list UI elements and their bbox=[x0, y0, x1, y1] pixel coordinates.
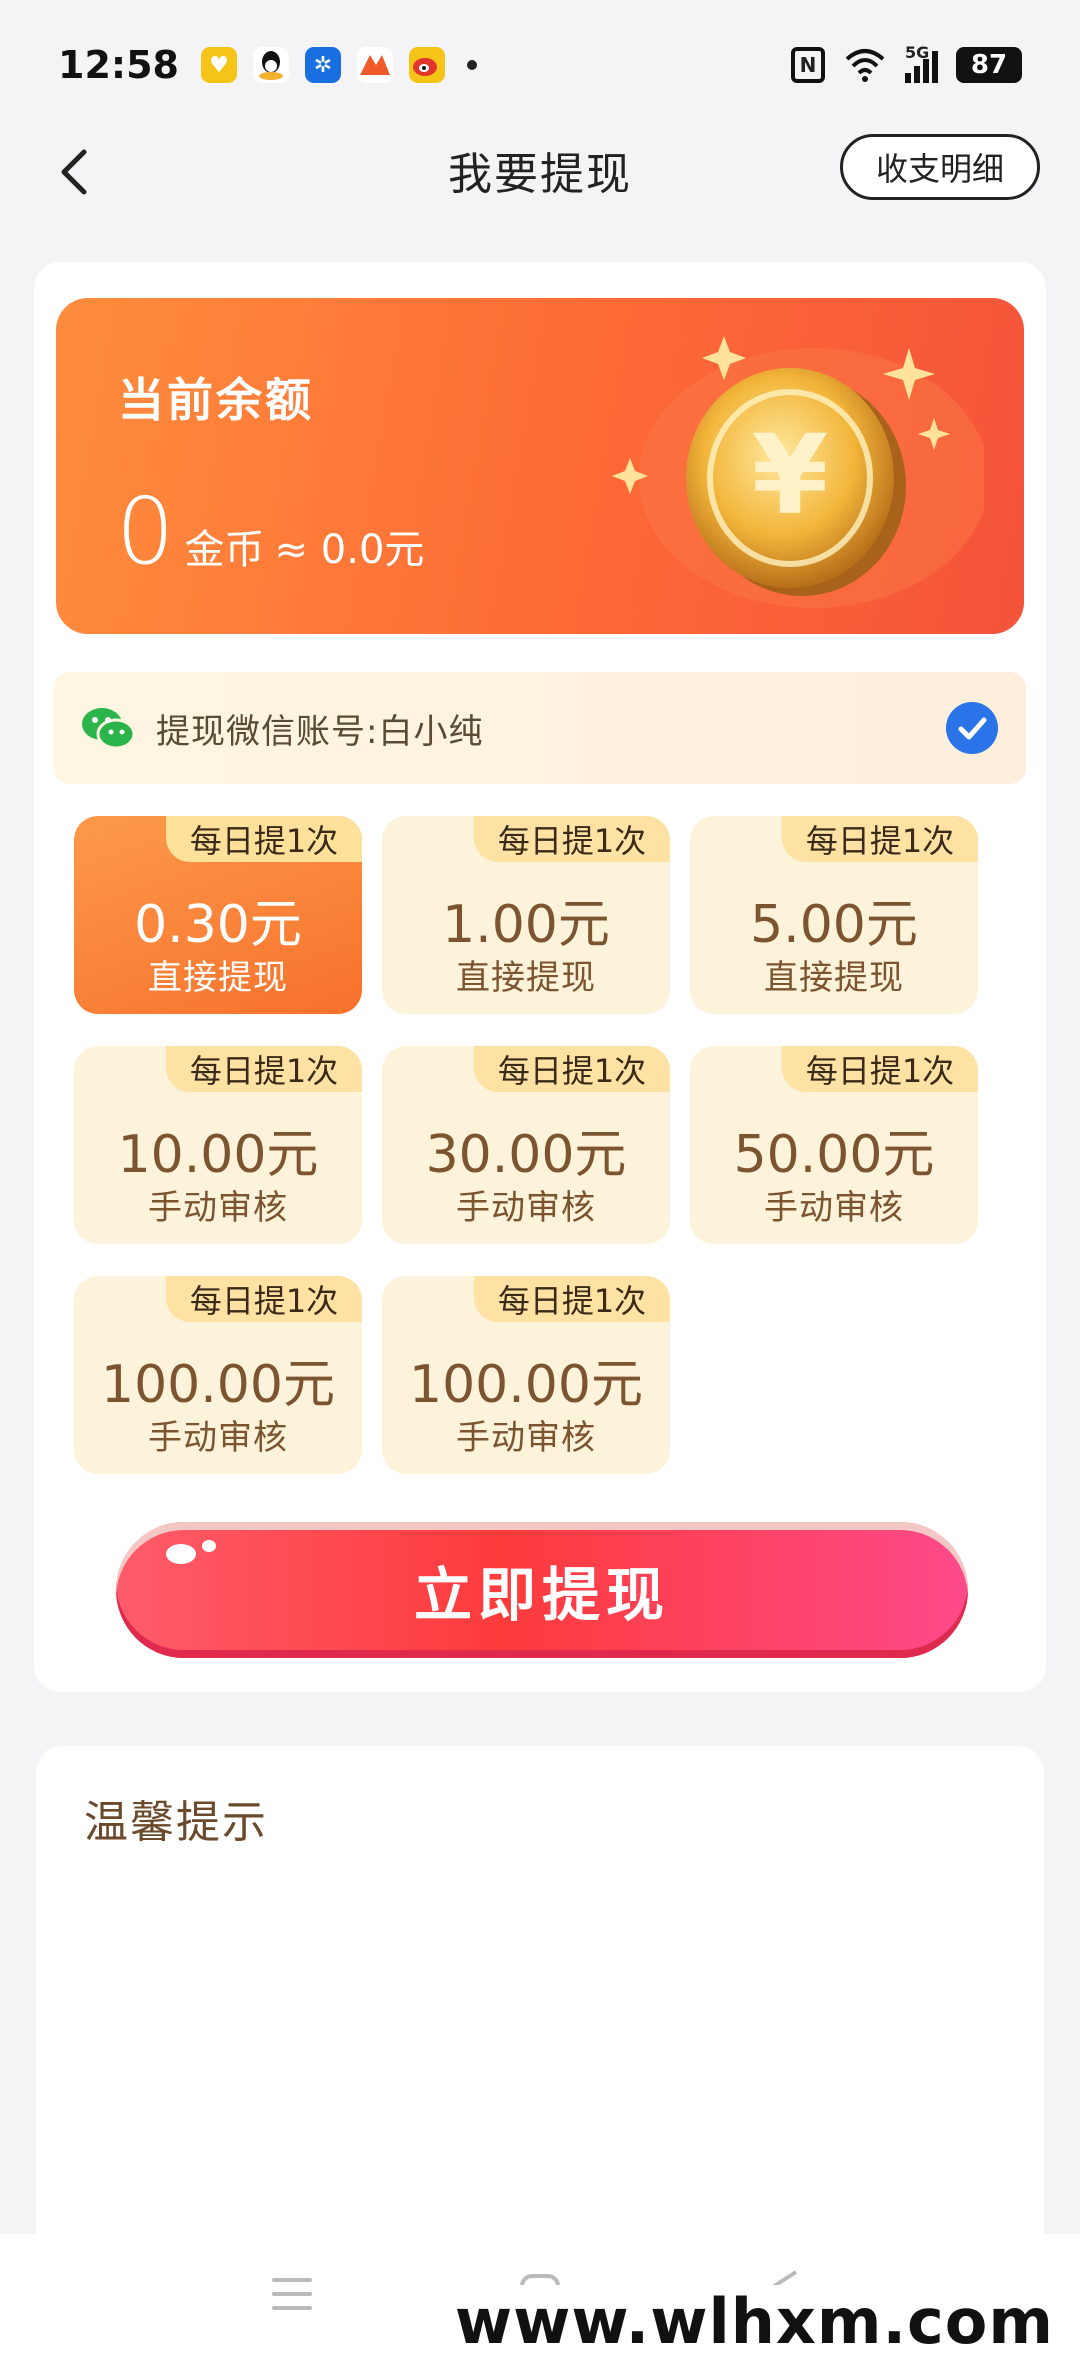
option-description: 手动审核 bbox=[148, 1418, 288, 1458]
daily-limit-tag: 每日提1次 bbox=[166, 1046, 362, 1092]
daily-limit-tag: 每日提1次 bbox=[474, 816, 670, 862]
status-app-icons: ♥ ✲ bbox=[200, 47, 477, 83]
daily-limit-tag: 每日提1次 bbox=[474, 1046, 670, 1092]
withdraw-option-card[interactable]: 每日提1次 50.00元 手动审核 bbox=[690, 1046, 978, 1244]
button-shine bbox=[202, 1540, 216, 1552]
withdraw-option-card[interactable]: 每日提1次 1.00元 直接提现 bbox=[382, 816, 670, 1014]
withdraw-option-card[interactable]: 每日提1次 30.00元 手动审核 bbox=[382, 1046, 670, 1244]
transaction-details-button[interactable]: 收支明细 bbox=[840, 134, 1040, 200]
option-amount: 30.00元 bbox=[425, 1125, 627, 1185]
daily-limit-tag: 每日提1次 bbox=[474, 1276, 670, 1322]
balance-amount: 0 bbox=[116, 478, 175, 585]
menu-icon[interactable] bbox=[270, 2274, 314, 2314]
option-amount: 0.30元 bbox=[134, 895, 302, 955]
status-indicators: N 5G 87 bbox=[791, 43, 1022, 83]
option-amount: 100.00元 bbox=[101, 1355, 335, 1415]
option-amount: 100.00元 bbox=[409, 1355, 643, 1415]
withdraw-option-card[interactable]: 每日提1次 10.00元 手动审核 bbox=[74, 1046, 362, 1244]
balance-row: 0 金币 ≈ 0.0元 bbox=[116, 478, 424, 585]
wifi-icon bbox=[845, 49, 885, 82]
nav-bar: 我要提现 收支明细 bbox=[0, 130, 1080, 210]
check-circle-icon[interactable] bbox=[944, 700, 1000, 756]
network-type: 5G bbox=[905, 43, 930, 62]
battery-indicator: 87 bbox=[956, 47, 1022, 83]
signal-icon: 5G bbox=[905, 43, 938, 83]
balance-label: 当前余额 bbox=[118, 373, 314, 427]
option-amount: 5.00元 bbox=[750, 895, 918, 955]
option-amount: 10.00元 bbox=[117, 1125, 319, 1185]
daily-limit-tag: 每日提1次 bbox=[782, 1046, 978, 1092]
wechat-account-row[interactable]: 提现微信账号:白小纯 bbox=[54, 672, 1026, 784]
daily-limit-tag: 每日提1次 bbox=[166, 816, 362, 862]
withdraw-option-card[interactable]: 每日提1次 100.00元 手动审核 bbox=[74, 1276, 362, 1474]
system-nav-bar: www.wlhxm.com bbox=[0, 2234, 1080, 2362]
game-app-icon bbox=[356, 47, 393, 83]
nfc-icon: N bbox=[791, 47, 825, 83]
button-shine bbox=[166, 1544, 196, 1564]
option-amount: 1.00元 bbox=[442, 895, 610, 955]
wallet-app-icon: ♥ bbox=[200, 47, 237, 83]
wechat-icon bbox=[82, 708, 136, 750]
status-bar: 12:58 ♥ ✲ N 5G 87 bbox=[0, 0, 1080, 130]
option-amount: 50.00元 bbox=[733, 1125, 935, 1185]
withdraw-now-label: 立即提现 bbox=[413, 1561, 670, 1629]
withdraw-option-card[interactable]: 每日提1次 5.00元 直接提现 bbox=[690, 816, 978, 1014]
gold-coin-icon: ¥ bbox=[612, 336, 984, 608]
option-description: 手动审核 bbox=[456, 1188, 596, 1228]
option-description: 手动审核 bbox=[456, 1418, 596, 1458]
option-description: 直接提现 bbox=[764, 958, 904, 998]
tips-title: 温馨提示 bbox=[84, 1797, 268, 1848]
daily-limit-tag: 每日提1次 bbox=[166, 1276, 362, 1322]
option-description: 手动审核 bbox=[764, 1188, 904, 1228]
daily-limit-tag: 每日提1次 bbox=[782, 816, 978, 862]
balance-unit: 金币 bbox=[184, 527, 265, 573]
tips-card: 温馨提示 bbox=[36, 1746, 1044, 2306]
qq-icon bbox=[252, 47, 289, 83]
withdraw-now-button[interactable]: 立即提现 bbox=[116, 1522, 968, 1658]
pinwheel-app-icon: ✲ bbox=[304, 47, 341, 83]
watermark-text: www.wlhxm.com bbox=[446, 2285, 1062, 2358]
wechat-account-label: 提现微信账号:白小纯 bbox=[156, 711, 484, 752]
svg-text:¥: ¥ bbox=[752, 411, 829, 539]
option-description: 直接提现 bbox=[148, 958, 288, 998]
withdraw-options-grid: 每日提1次 0.30元 直接提现 每日提1次 1.00元 直接提现 每日提1次 5.00元 直接… bbox=[74, 816, 994, 1474]
withdraw-option-card[interactable]: 每日提1次 0.30元 直接提现 bbox=[74, 816, 362, 1014]
withdraw-option-card[interactable]: 每日提1次 100.00元 手动审核 bbox=[382, 1276, 670, 1474]
weibo-icon bbox=[408, 47, 445, 83]
option-description: 手动审核 bbox=[148, 1188, 288, 1228]
withdraw-card: 当前余额 0 金币 ≈ 0.0元 ¥ 提现微信账号:白小纯 每日提1次 0.30… bbox=[34, 262, 1046, 1692]
balance-approx: ≈ 0.0元 bbox=[274, 527, 425, 573]
balance-banner: 当前余额 0 金币 ≈ 0.0元 ¥ bbox=[56, 298, 1024, 634]
status-time: 12:58 bbox=[58, 43, 179, 87]
option-description: 直接提现 bbox=[456, 958, 596, 998]
notification-dot-icon bbox=[466, 60, 477, 70]
